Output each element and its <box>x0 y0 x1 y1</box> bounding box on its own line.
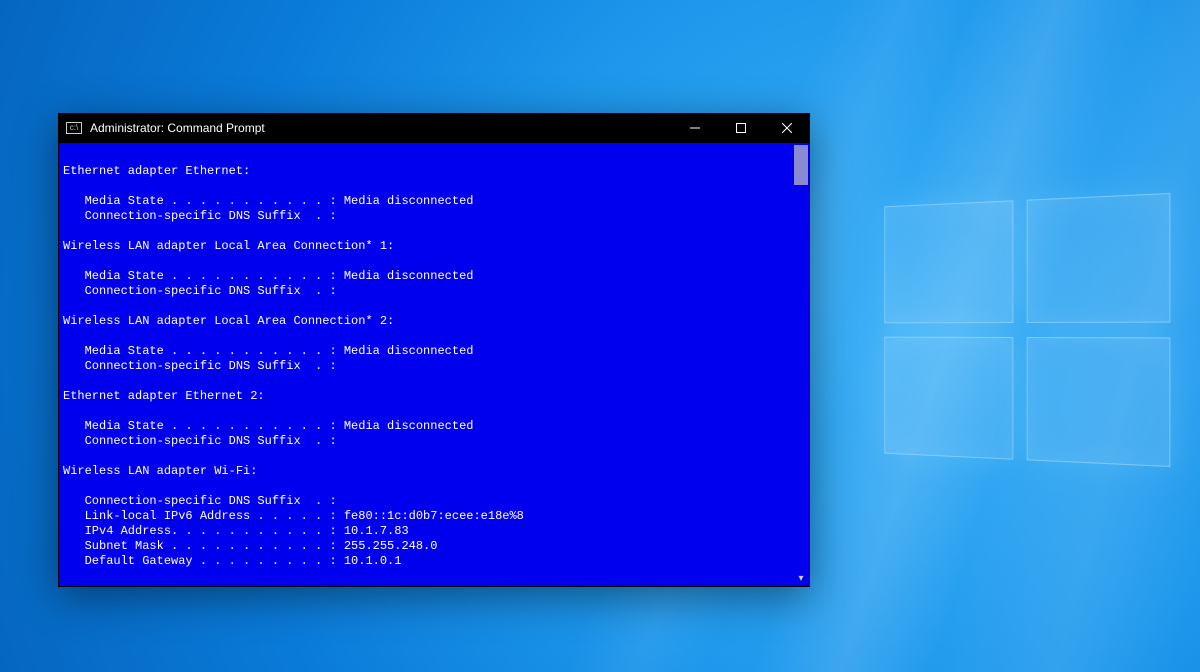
terminal-output[interactable]: Ethernet adapter Ethernet: Media State .… <box>59 143 793 586</box>
windows-logo-pane <box>884 200 1013 323</box>
terminal-area: Ethernet adapter Ethernet: Media State .… <box>58 143 810 587</box>
desktop: c:\ Administrator: Command Prompt Ethern… <box>0 0 1200 672</box>
minimize-button[interactable] <box>672 113 718 143</box>
cmd-window: c:\ Administrator: Command Prompt Ethern… <box>58 113 810 587</box>
close-icon <box>782 123 792 133</box>
titlebar[interactable]: c:\ Administrator: Command Prompt <box>58 113 810 143</box>
maximize-button[interactable] <box>718 113 764 143</box>
minimize-icon <box>690 123 700 133</box>
windows-logo-pane <box>1027 337 1171 467</box>
scrollbar[interactable]: ▾ <box>793 143 809 586</box>
windows-logo-pane <box>1027 193 1171 323</box>
scroll-down-arrow[interactable]: ▾ <box>793 570 809 586</box>
windows-logo-pane <box>884 337 1013 460</box>
window-title: Administrator: Command Prompt <box>90 121 265 135</box>
cmd-icon: c:\ <box>66 122 82 134</box>
close-button[interactable] <box>764 113 810 143</box>
maximize-icon <box>736 123 746 133</box>
scrollbar-thumb[interactable] <box>794 145 808 185</box>
windows-logo <box>884 193 1170 467</box>
